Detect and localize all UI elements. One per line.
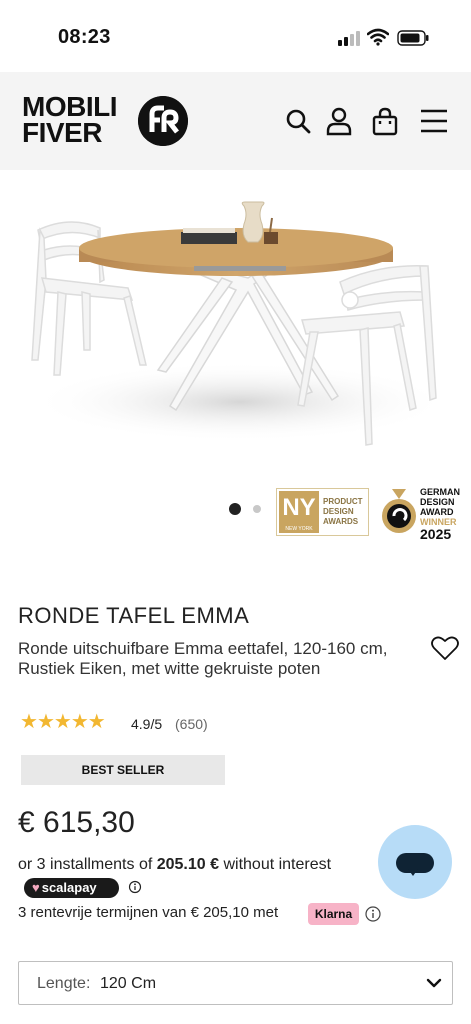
cart-icon[interactable]	[371, 106, 399, 136]
star-icon: ★	[20, 711, 38, 733]
logo-line-2: FIVER	[22, 117, 102, 148]
chevron-down-icon	[426, 978, 442, 988]
klarna-installments-text: 3 rentevrije termijnen van € 205,10 met	[18, 904, 279, 921]
ny-award-mark-sub: NEW YORK	[285, 526, 313, 532]
table-illustration	[30, 201, 450, 446]
german-design-award-text: GERMAN DESIGN AWARD WINNER 2025	[420, 487, 460, 542]
menu-icon[interactable]	[420, 106, 448, 136]
star-icon: ★	[70, 711, 89, 733]
review-count[interactable]: (650)	[175, 716, 208, 732]
star-icon: ★	[53, 711, 72, 733]
award-medal-icon	[382, 489, 416, 533]
scalapay-installments-text: or 3 installments of 205.10 € without in…	[18, 856, 332, 873]
star-icon: ★	[36, 711, 55, 733]
length-select[interactable]: Lengte: 120 Cm	[18, 961, 453, 1005]
product-price: € 615,30	[18, 806, 135, 839]
heart-icon: ♥	[32, 880, 40, 895]
scalapay-info-icon[interactable]	[128, 880, 142, 894]
length-select-value: 120 Cm	[100, 975, 157, 992]
product-subtitle: Ronde uitschuifbare Emma eettafel, 120-1…	[18, 639, 388, 678]
star-icon: ★	[87, 711, 106, 733]
status-bar: 08:23	[0, 0, 471, 72]
klarna-info-icon[interactable]	[365, 906, 381, 922]
scalapay-logo: ♥ scalapay	[24, 878, 119, 898]
product-image[interactable]	[0, 170, 471, 540]
signal-icon	[338, 30, 362, 46]
wifi-icon	[367, 28, 389, 46]
gallery-dot-1[interactable]	[229, 503, 241, 515]
battery-icon	[397, 30, 429, 46]
klarna-logo: Klarna	[308, 903, 359, 925]
logo[interactable]: MOBILI FIVER	[22, 93, 118, 148]
gallery-dot-2[interactable]	[253, 505, 261, 513]
rating-value: 4.9/5	[131, 716, 163, 732]
search-icon[interactable]	[284, 106, 312, 136]
best-seller-badge: BEST SELLER	[21, 755, 225, 785]
site-header: MOBILI FIVER	[0, 72, 471, 170]
account-icon[interactable]	[325, 106, 353, 136]
star-rating: ★★★★★	[20, 711, 106, 733]
chat-button[interactable]	[378, 825, 452, 899]
length-select-label: Lengte:	[37, 975, 91, 992]
logo-mark-icon	[138, 96, 188, 146]
wishlist-heart-icon[interactable]	[430, 634, 460, 662]
product-title: RONDE TAFEL EMMA	[18, 603, 250, 628]
status-time: 08:23	[58, 26, 111, 48]
german-design-award-badge: GERMAN DESIGN AWARD WINNER 2025	[380, 487, 464, 541]
ny-award-text: PRODUCT DESIGN AWARDS	[323, 497, 363, 526]
ny-product-design-award-badge: NY NEW YORK PRODUCT DESIGN AWARDS	[276, 488, 369, 536]
